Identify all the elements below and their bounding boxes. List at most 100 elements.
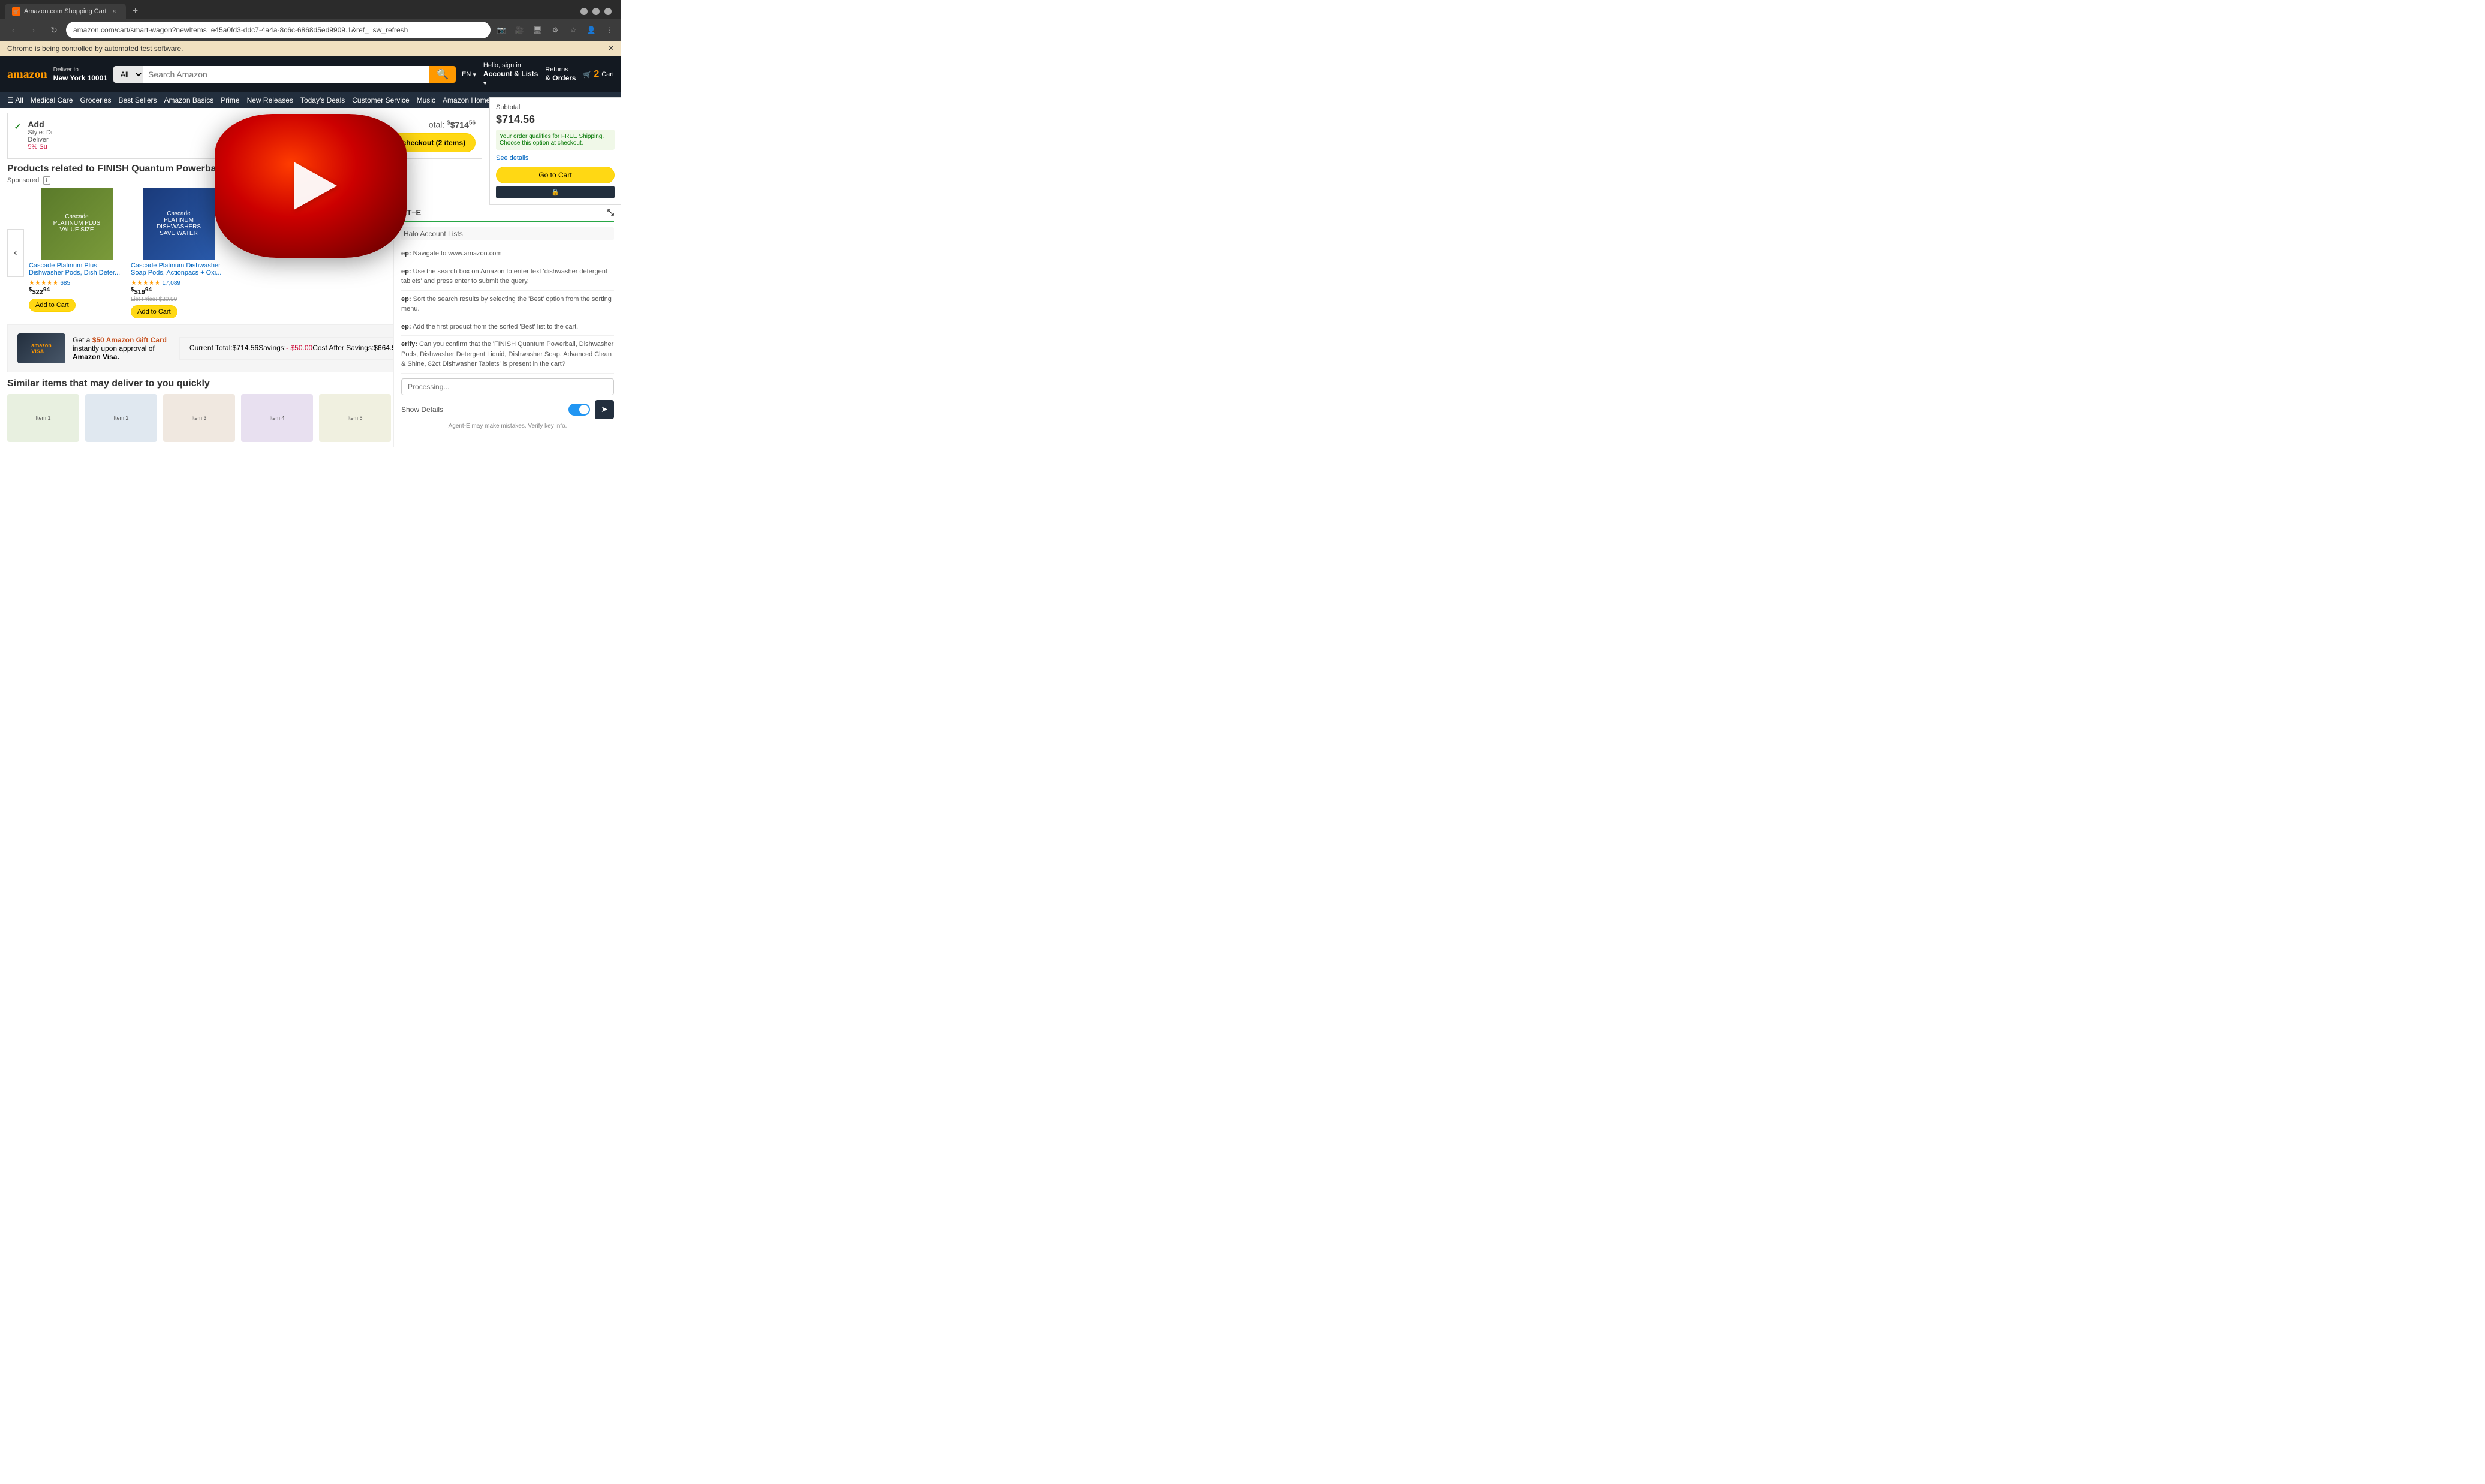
- gift-card-amount: $50 Amazon Gift Card: [92, 336, 167, 344]
- product-cards: CascadePLATINUM PLUSVALUE SIZE Cascade P…: [29, 188, 227, 318]
- url-display: amazon.com/cart/smart-wagon?newItems=e45…: [73, 26, 483, 34]
- cart-icon: 🛒: [583, 71, 592, 79]
- nav-best-sellers[interactable]: Best Sellers: [118, 96, 157, 104]
- product-image: CascadePLATINUMDISHWASHERSSAVE WATER: [143, 188, 215, 260]
- agent-disclaimer: Agent-E may make mistakes. Verify key in…: [401, 423, 614, 429]
- active-tab[interactable]: 🛒 Amazon.com Shopping Cart ×: [5, 4, 126, 19]
- search-button[interactable]: 🔍: [429, 66, 456, 83]
- send-button[interactable]: ➤: [595, 400, 614, 419]
- info-icon[interactable]: ℹ: [43, 176, 50, 185]
- nav-amazon-basics[interactable]: Amazon Basics: [164, 96, 214, 104]
- similar-item[interactable]: Item 1: [7, 394, 79, 442]
- amazon-visa-label: Amazon Visa.: [73, 353, 119, 361]
- amazon-header: amazon Deliver to New York 10001 All 🔍 E…: [0, 56, 621, 92]
- subtotal-label: Subtotal: [496, 104, 615, 111]
- carousel-prev-button[interactable]: ‹: [7, 229, 24, 277]
- product-card: CascadePLATINUMDISHWASHERSSAVE WATER Cas…: [131, 188, 227, 318]
- amazon-logo[interactable]: amazon: [7, 68, 47, 82]
- screen-icon: 🖥: [530, 23, 544, 37]
- browser-controls: ‹ › ↻ amazon.com/cart/smart-wagon?newIte…: [0, 19, 621, 41]
- processing-input[interactable]: [401, 378, 614, 395]
- order-total-section: otal: $$71456 Proceed to checkout (2 ite…: [353, 119, 476, 152]
- menu-icon[interactable]: ⋮: [602, 23, 616, 37]
- search-category-select[interactable]: All: [113, 66, 143, 83]
- search-bar: All 🔍: [113, 66, 456, 83]
- panel-title: NT–E: [401, 208, 421, 217]
- returns-orders[interactable]: Returns & Orders: [545, 65, 576, 83]
- nav-todays-deals[interactable]: Today's Deals: [300, 96, 345, 104]
- deliver-to[interactable]: Deliver to New York 10001: [53, 67, 107, 83]
- search-input[interactable]: [143, 66, 429, 83]
- free-shipping-notice: Your order qualifies for FREE Shipping. …: [496, 130, 615, 150]
- gift-card-text: Get a $50 Amazon Gift Card instantly upo…: [65, 336, 179, 361]
- product-price: $$2294: [29, 287, 125, 296]
- see-details-link[interactable]: See details: [496, 155, 528, 162]
- gift-card-totals: Current Total: $714.56 Savings: - $50.00…: [179, 337, 410, 360]
- info-bar-close[interactable]: ×: [609, 43, 614, 54]
- notification-title: Add: [28, 119, 299, 129]
- video-icon: 🎥: [512, 23, 527, 37]
- settings-icon[interactable]: ⚙: [548, 23, 562, 37]
- add-to-cart-button[interactable]: Add to Cart: [29, 299, 76, 312]
- back-button[interactable]: ‹: [5, 22, 22, 38]
- nav-groceries[interactable]: Groceries: [80, 96, 111, 104]
- browser-action-buttons: 📷 🎥 🖥 ⚙ ☆ 👤 ⋮: [494, 23, 616, 37]
- similar-item[interactable]: Item 4: [241, 394, 313, 442]
- panel-step: ep: Sort the search results by selecting…: [401, 291, 614, 318]
- new-tab-button[interactable]: +: [128, 4, 143, 19]
- nav-customer-service[interactable]: Customer Service: [352, 96, 409, 104]
- try-prime-button[interactable]: 🔒: [496, 186, 615, 198]
- product-card: CascadePLATINUM PLUSVALUE SIZE Cascade P…: [29, 188, 125, 318]
- product-title[interactable]: Cascade Platinum Dishwasher Soap Pods, A…: [131, 262, 227, 276]
- nav-prime[interactable]: Prime: [221, 96, 239, 104]
- nav-new-releases[interactable]: New Releases: [247, 96, 293, 104]
- add-to-cart-button[interactable]: Add to Cart: [131, 305, 178, 318]
- product-rating: ★★★★★ 685: [29, 279, 125, 287]
- product-title[interactable]: Cascade Platinum Plus Dishwasher Pods, D…: [29, 262, 125, 276]
- added-to-cart-notification: ✓ Add Style: Di Deliver 5% Su FINISH ota…: [7, 113, 482, 159]
- automation-info-bar: Chrome is being controlled by automated …: [0, 41, 621, 56]
- nav-music[interactable]: Music: [417, 96, 435, 104]
- panel-verify-step: erify: Can you confirm that the 'FINISH …: [401, 336, 614, 374]
- forward-button[interactable]: ›: [25, 22, 42, 38]
- go-to-cart-button[interactable]: Go to Cart: [496, 167, 615, 183]
- similar-item[interactable]: Item 2: [85, 394, 157, 442]
- nav-amazon-home[interactable]: Amazon Home: [443, 96, 490, 104]
- maximize-button[interactable]: [592, 8, 600, 15]
- bookmark-icon[interactable]: ☆: [566, 23, 580, 37]
- products-section-title: Products related to FINISH Quantum Power…: [7, 164, 482, 174]
- panel-step: ep: Navigate to www.amazon.com: [401, 245, 614, 263]
- account-menu[interactable]: Hello, sign in Account & Lists ▾: [483, 61, 538, 88]
- halo-account-lists: Halo Account Lists: [401, 227, 614, 240]
- reload-button[interactable]: ↻: [46, 22, 62, 38]
- show-details-row: Show Details ➤: [401, 400, 614, 419]
- notification-savings: 5% Su: [28, 143, 299, 150]
- nav-medical-care[interactable]: Medical Care: [31, 96, 73, 104]
- header-right: EN ▾ Hello, sign in Account & Lists ▾ Re…: [462, 61, 614, 88]
- minimize-button[interactable]: [580, 8, 588, 15]
- similar-item[interactable]: Item 5: [319, 394, 391, 442]
- tab-close-button[interactable]: ×: [110, 7, 119, 16]
- panel-step: ep: Add the first product from the sorte…: [401, 318, 614, 336]
- similar-item[interactable]: Item 3: [163, 394, 235, 442]
- panel-resize-icon[interactable]: ⤡: [607, 207, 614, 218]
- list-price: List Price: $20.99: [131, 296, 227, 303]
- product-price: $$1994: [131, 287, 227, 296]
- notification-content: Add Style: Di Deliver 5% Su: [28, 119, 299, 150]
- show-details-label: Show Details: [401, 405, 443, 414]
- subtotal-sidebar: Subtotal $714.56 Your order qualifies fo…: [489, 97, 621, 205]
- automation-message: Chrome is being controlled by automated …: [7, 44, 183, 53]
- address-bar[interactable]: amazon.com/cart/smart-wagon?newItems=e45…: [66, 22, 491, 38]
- amazon-page: amazon Deliver to New York 10001 All 🔍 E…: [0, 56, 621, 447]
- subtotal-amount: $714.56: [496, 113, 615, 126]
- nav-all[interactable]: ☰ All: [7, 96, 23, 104]
- checkout-button[interactable]: Proceed to checkout (2 items): [353, 133, 476, 152]
- close-window-button[interactable]: [604, 8, 612, 15]
- side-panel: NT–E ⤡ Halo Account Lists ep: Navigate t…: [393, 200, 621, 447]
- profile-icon[interactable]: 👤: [584, 23, 598, 37]
- side-panel-header: NT–E ⤡: [401, 207, 614, 222]
- show-details-toggle[interactable]: [568, 404, 590, 416]
- cart-button[interactable]: 🛒 2 Cart: [583, 69, 614, 80]
- language-selector[interactable]: EN ▾: [462, 71, 476, 79]
- panel-step: ep: Use the search box on Amazon to ente…: [401, 263, 614, 291]
